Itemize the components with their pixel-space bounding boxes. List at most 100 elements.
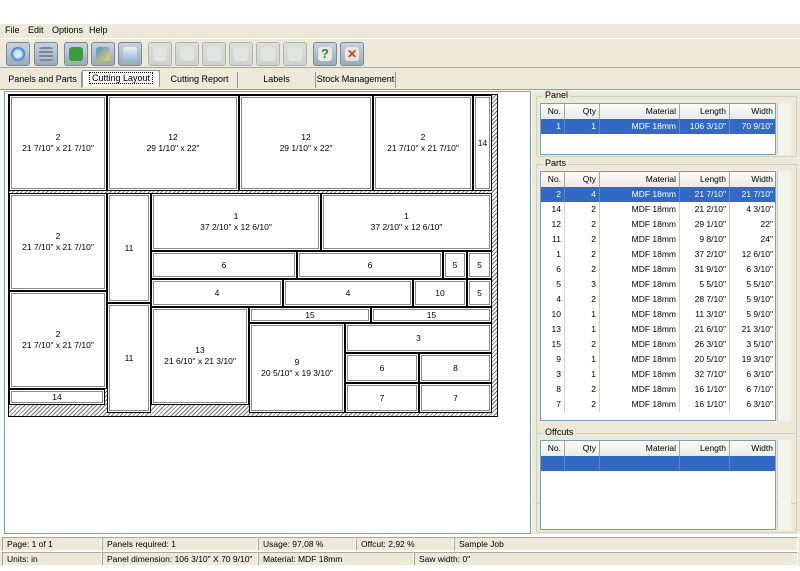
next-button[interactable] (202, 42, 226, 66)
tab-panels-and-parts[interactable]: Panels and Parts (4, 72, 82, 88)
layout-part[interactable]: 4 (283, 279, 413, 307)
status-material: Material: MDF 18mm (258, 552, 414, 566)
column-header[interactable]: Qty (565, 172, 600, 187)
column-header[interactable]: No. (541, 172, 565, 187)
layout-part[interactable]: 5 (467, 279, 492, 307)
table-row[interactable]: 1 1 MDF 18mm 106 3/10" 70 9/10" (541, 119, 775, 134)
table-row[interactable]: 2 4 MDF 18mm 21 7/10" 21 7/10" (541, 187, 775, 202)
table-row[interactable]: 14 2 MDF 18mm 21 2/10" 4 3/10" (541, 202, 775, 217)
table-row[interactable]: 10 1 MDF 18mm 11 3/10" 5 9/10" (541, 307, 775, 322)
column-header[interactable]: Qty (565, 441, 600, 456)
layout-part[interactable]: 7 (345, 383, 419, 413)
part-dimension: 29 1/10" x 22" (279, 143, 333, 153)
table-cell: MDF 18mm (600, 352, 680, 367)
layout-part[interactable]: 2 21 7/10" x 21 7/10" (373, 95, 473, 191)
column-header[interactable]: Qty (565, 104, 600, 119)
menu-file[interactable]: File (5, 25, 20, 35)
layout-part[interactable]: 5 (443, 251, 467, 279)
column-header[interactable]: Length (680, 172, 730, 187)
tab-stock-management[interactable]: Stock Management (316, 72, 396, 88)
last-button[interactable] (229, 42, 253, 66)
layout-part[interactable]: 14 (473, 95, 492, 191)
table-row[interactable]: 7 2 MDF 18mm 16 1/10" 6 3/10" (541, 397, 775, 412)
table-row[interactable]: 3 1 MDF 18mm 32 7/10" 6 3/10" (541, 367, 775, 382)
optimize-button[interactable] (6, 42, 30, 66)
table-row[interactable]: 1 2 MDF 18mm 37 2/10" 12 6/10" (541, 247, 775, 262)
part-number: 8 (453, 362, 458, 373)
table-cell: 10 (541, 307, 565, 322)
layout-part[interactable]: 5 (467, 251, 492, 279)
column-header[interactable]: Width (730, 441, 775, 456)
column-header[interactable]: Material (600, 172, 680, 187)
layout-part[interactable]: 7 (419, 383, 492, 413)
column-header[interactable]: Length (680, 441, 730, 456)
exit-button[interactable]: ✕ (340, 42, 364, 66)
right-pane: Panel No. Qty Material Length Width 1 1 MDF 18m… (532, 90, 800, 534)
remove-button[interactable] (283, 42, 307, 66)
tab-cutting-report[interactable]: Cutting Report (162, 72, 238, 88)
database-icon (39, 47, 53, 61)
table-row[interactable]: 8 2 MDF 18mm 16 1/10" 6 7/10" (541, 382, 775, 397)
layout-part[interactable]: 2 21 7/10" x 21 7/10" (9, 291, 107, 389)
layout-part[interactable]: 12 29 1/10" x 22" (107, 95, 239, 191)
table-row[interactable]: 11 2 MDF 18mm 9 8/10" 24" (541, 232, 775, 247)
menu-options[interactable]: Options (52, 25, 83, 35)
layout-part[interactable]: 2 21 7/10" x 21 7/10" (9, 95, 107, 191)
table-row[interactable]: 13 1 MDF 18mm 21 6/10" 21 3/10" (541, 322, 775, 337)
table-cell: 4 (541, 292, 565, 307)
menu-edit[interactable]: Edit (28, 25, 44, 35)
layout-part[interactable]: 13 21 6/10" x 21 3/10" (151, 307, 249, 405)
layout-part[interactable]: 14 (9, 389, 105, 405)
layout-part[interactable]: 1 37 2/10" x 12 6/10" (151, 193, 321, 251)
table-row[interactable]: 6 2 MDF 18mm 31 9/10" 6 3/10" (541, 262, 775, 277)
layout-part[interactable]: 8 (419, 353, 492, 383)
table-cell: MDF 18mm (600, 187, 680, 202)
offcuts-scrollbar[interactable] (777, 440, 791, 530)
table-row[interactable]: 5 3 MDF 18mm 5 5/10" 5 5/10" (541, 277, 775, 292)
tab-cutting-layout[interactable]: Cutting Layout (82, 70, 160, 87)
table-cell (680, 456, 730, 471)
layout-part[interactable]: 3 (345, 323, 492, 353)
print-button[interactable] (118, 42, 142, 66)
column-header[interactable]: Length (680, 104, 730, 119)
layout-part[interactable]: 6 (345, 353, 419, 383)
first-button[interactable] (148, 42, 172, 66)
column-header[interactable]: Width (730, 104, 775, 119)
export-button[interactable] (64, 42, 88, 66)
help-button[interactable]: ? (313, 42, 337, 66)
column-header[interactable]: No. (541, 104, 565, 119)
layout-part[interactable]: 1 37 2/10" x 12 6/10" (321, 193, 492, 251)
layout-part[interactable]: 2 21 7/10" x 21 7/10" (9, 193, 107, 291)
table-row[interactable]: 15 2 MDF 18mm 26 3/10" 3 5/10" (541, 337, 775, 352)
column-header[interactable]: No. (541, 441, 565, 456)
part-number: 10 (435, 287, 445, 298)
previous-button[interactable] (175, 42, 199, 66)
layout-part[interactable]: 11 (107, 193, 151, 303)
menu-help[interactable]: Help (89, 25, 108, 35)
layout-part[interactable]: 10 (413, 279, 467, 307)
database-button[interactable] (34, 42, 58, 66)
table-row[interactable]: 12 2 MDF 18mm 29 1/10" 22" (541, 217, 775, 232)
layout-part[interactable]: 9 20 5/10" x 19 3/10" (249, 323, 345, 413)
table-cell: 5 5/10" (680, 277, 730, 292)
column-header[interactable]: Width (730, 172, 775, 187)
column-header[interactable]: Material (600, 104, 680, 119)
panel-scrollbar[interactable] (777, 103, 791, 155)
table-row[interactable]: 4 2 MDF 18mm 28 7/10" 5 9/10" (541, 292, 775, 307)
add-button[interactable] (256, 42, 280, 66)
column-header[interactable]: Material (600, 441, 680, 456)
table-row[interactable] (541, 456, 775, 471)
layout-part[interactable]: 12 29 1/10" x 22" (239, 95, 373, 191)
edit-button[interactable] (91, 42, 115, 66)
table-cell: 16 1/10" (680, 382, 730, 397)
panel-group-title: Panel (543, 90, 571, 100)
table-row[interactable]: 9 1 MDF 18mm 20 5/10" 19 3/10" (541, 352, 775, 367)
layout-part[interactable]: 15 (371, 307, 492, 323)
tab-labels[interactable]: Labels (238, 72, 316, 88)
layout-part[interactable]: 4 (151, 279, 283, 307)
layout-part[interactable]: 6 (151, 251, 297, 279)
layout-part[interactable]: 11 (107, 303, 151, 413)
layout-part[interactable]: 6 (297, 251, 443, 279)
parts-scrollbar[interactable] (777, 171, 791, 421)
layout-part[interactable]: 15 (249, 307, 371, 323)
